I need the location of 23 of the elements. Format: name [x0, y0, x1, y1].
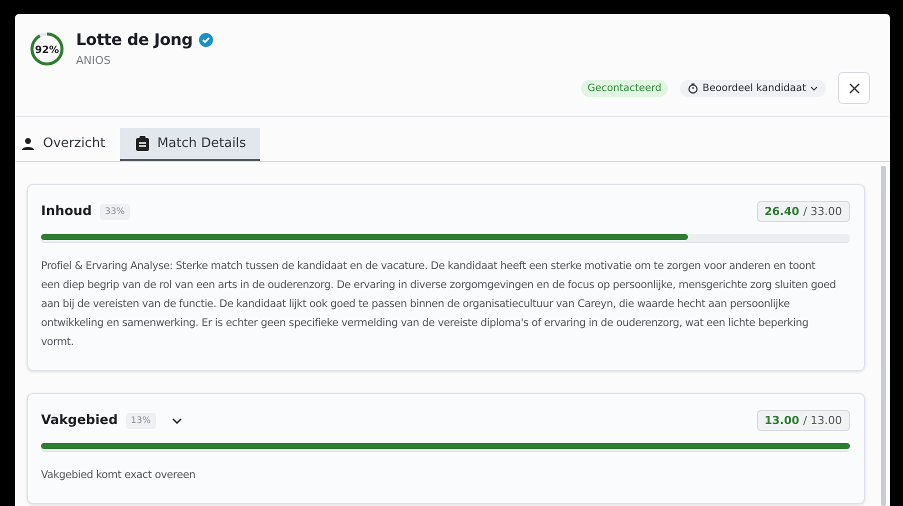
weight-badge: 33% — [100, 204, 130, 220]
tab[interactable]: Overzicht — [15, 128, 120, 161]
scrollbar[interactable] — [881, 166, 886, 506]
section-description: Profiel & Ervaring Analyse: Sterke match tussen de kandidaat en de vacature. De kandidaat heeft een sterke motivatie om te zorgen voor anderen en toont een diep begrip van de rol van een arts in de ouderenzorg. De ervaring in diverse zorgomgevingen en de focus op persoonlijke, mensgerichte zorg sluiten goed aan bij de vereisten van de functie. De kandidaat lijkt ook goed te passen binnen de organisatiecultuur van Careyn, die waarde hecht aan persoonlijke ontwikkeling en samenwerking. Er is echter geen specifieke vermelding van de vereiste diploma's of ervaring in de ouderenzorg, wat een lichte beperking vormt. — [41, 259, 837, 350]
clipboard-icon — [136, 136, 150, 151]
rate-candidate-button[interactable]: Beoordeel kandidaat — [680, 80, 826, 96]
section-title: Inhoud — [41, 204, 92, 219]
candidate-role: ANIOS — [76, 54, 111, 67]
section-title: Vakgebied — [41, 413, 118, 428]
close-button[interactable] — [838, 72, 870, 104]
weight-badge: 13% — [126, 412, 156, 428]
candidate-name: Lotte de Jong — [76, 30, 193, 49]
close-icon — [848, 82, 860, 94]
score-box: 13.00 / 13.00 — [756, 410, 850, 431]
person-icon — [21, 138, 35, 150]
chevron-icon[interactable] — [172, 418, 182, 424]
caret-icon — [810, 86, 818, 90]
stopwatch-icon — [688, 82, 698, 94]
tab[interactable]: Match Details — [120, 128, 260, 161]
status-badge: Gecontacteerd — [580, 80, 668, 96]
score-box: 26.40 / 33.00 — [756, 201, 850, 222]
match-gauge: 92% — [28, 30, 66, 68]
section-description: Vakgebied komt exact overeen — [41, 468, 196, 483]
